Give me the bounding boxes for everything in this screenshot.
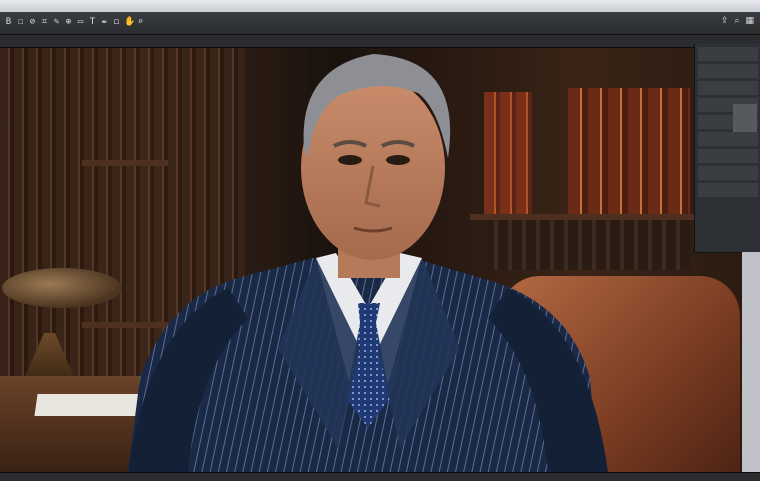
panel-row[interactable] <box>698 81 758 95</box>
toolbar-right-group: ⇪ ⌕ ▦ <box>721 16 754 26</box>
move-tool-icon[interactable]: B <box>4 17 13 28</box>
panel-row[interactable] <box>698 64 758 78</box>
panel-row[interactable] <box>698 183 758 197</box>
properties-panel <box>694 44 760 253</box>
portrait-figure <box>128 54 608 472</box>
select-tool-icon[interactable]: ☐ <box>16 17 25 28</box>
panel-row[interactable] <box>698 47 758 61</box>
lasso-tool-icon[interactable]: ⊘ <box>28 17 37 28</box>
eraser-tool-icon[interactable]: ▭ <box>76 17 85 28</box>
eye-left <box>338 155 362 165</box>
shape-tool-icon[interactable]: ◻ <box>112 17 121 28</box>
text-tool-icon[interactable]: T <box>88 17 97 28</box>
image-canvas[interactable] <box>0 48 742 472</box>
search-icon[interactable]: ⌕ <box>734 16 739 26</box>
panel-row[interactable] <box>698 132 758 146</box>
main-toolbar: B ☐ ⊘ ⌗ ✎ ⊕ ▭ T ✒ ◻ ✋ ⌕ ⇪ ⌕ ▦ <box>0 12 760 35</box>
eye-right <box>386 155 410 165</box>
stamp-tool-icon[interactable]: ⊕ <box>64 17 73 28</box>
workspace-icon[interactable]: ▦ <box>745 16 754 26</box>
options-bar <box>0 35 760 48</box>
color-swatch[interactable] <box>733 104 757 132</box>
share-icon[interactable]: ⇪ <box>721 16 729 26</box>
brush-tool-icon[interactable]: ✎ <box>52 17 61 28</box>
hand-tool-icon[interactable]: ✋ <box>124 17 135 28</box>
vertical-scrollbar[interactable] <box>742 252 760 472</box>
globe-lamp <box>2 268 122 308</box>
crop-tool-icon[interactable]: ⌗ <box>40 17 49 28</box>
zoom-tool-icon[interactable]: ⌕ <box>136 17 145 28</box>
panel-row[interactable] <box>698 149 758 163</box>
tool-row: B ☐ ⊘ ⌗ ✎ ⊕ ▭ T ✒ ◻ ✋ ⌕ <box>4 17 145 28</box>
panel-row[interactable] <box>698 166 758 180</box>
pen-tool-icon[interactable]: ✒ <box>100 17 109 28</box>
